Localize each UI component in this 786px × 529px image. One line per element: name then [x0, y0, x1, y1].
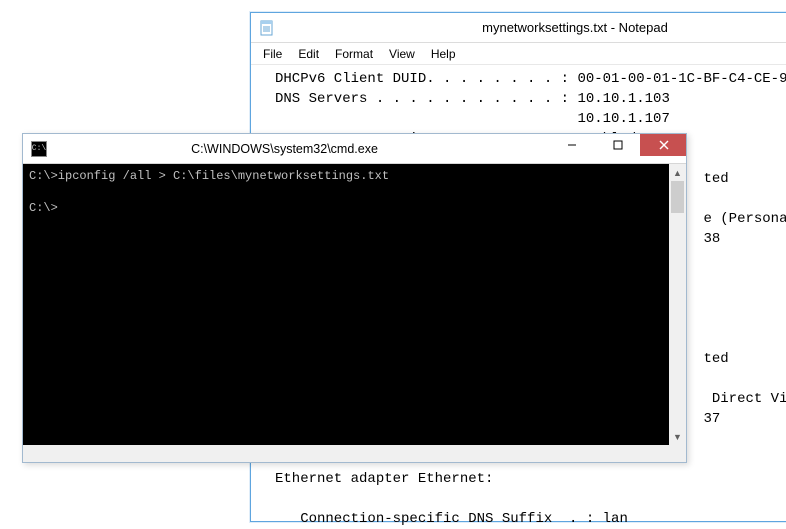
cmd-line-1: C:\>ipconfig /all > C:\files\mynetworkse…	[29, 169, 389, 183]
vertical-scrollbar[interactable]: ▲ ▼	[669, 164, 686, 445]
scroll-down-icon[interactable]: ▼	[669, 428, 686, 445]
cmd-titlebar[interactable]: C:\ C:\WINDOWS\system32\cmd.exe	[23, 134, 686, 164]
menu-help[interactable]: Help	[423, 45, 464, 63]
cmd-terminal[interactable]: C:\>ipconfig /all > C:\files\mynetworkse…	[23, 164, 669, 445]
scroll-corner	[669, 445, 686, 462]
notepad-titlebar[interactable]: mynetworksettings.txt - Notepad	[251, 13, 786, 43]
horizontal-scrollbar[interactable]	[23, 445, 669, 462]
notepad-title: mynetworksettings.txt - Notepad	[251, 20, 786, 35]
menu-edit[interactable]: Edit	[290, 45, 327, 63]
scroll-thumb[interactable]	[671, 181, 684, 213]
scroll-up-icon[interactable]: ▲	[669, 164, 686, 181]
close-button[interactable]	[640, 134, 686, 156]
minimize-button[interactable]	[548, 134, 594, 156]
cmd-line-3: C:\>	[29, 201, 58, 215]
cmd-body: C:\>ipconfig /all > C:\files\mynetworkse…	[23, 164, 686, 462]
cmd-window: C:\ C:\WINDOWS\system32\cmd.exe C:\>ipco…	[22, 133, 687, 463]
window-controls	[548, 134, 686, 156]
menu-format[interactable]: Format	[327, 45, 381, 63]
notepad-menubar: File Edit Format View Help	[251, 43, 786, 65]
menu-file[interactable]: File	[255, 45, 290, 63]
menu-view[interactable]: View	[381, 45, 423, 63]
maximize-button[interactable]	[594, 134, 640, 156]
cmd-title: C:\WINDOWS\system32\cmd.exe	[23, 142, 546, 156]
